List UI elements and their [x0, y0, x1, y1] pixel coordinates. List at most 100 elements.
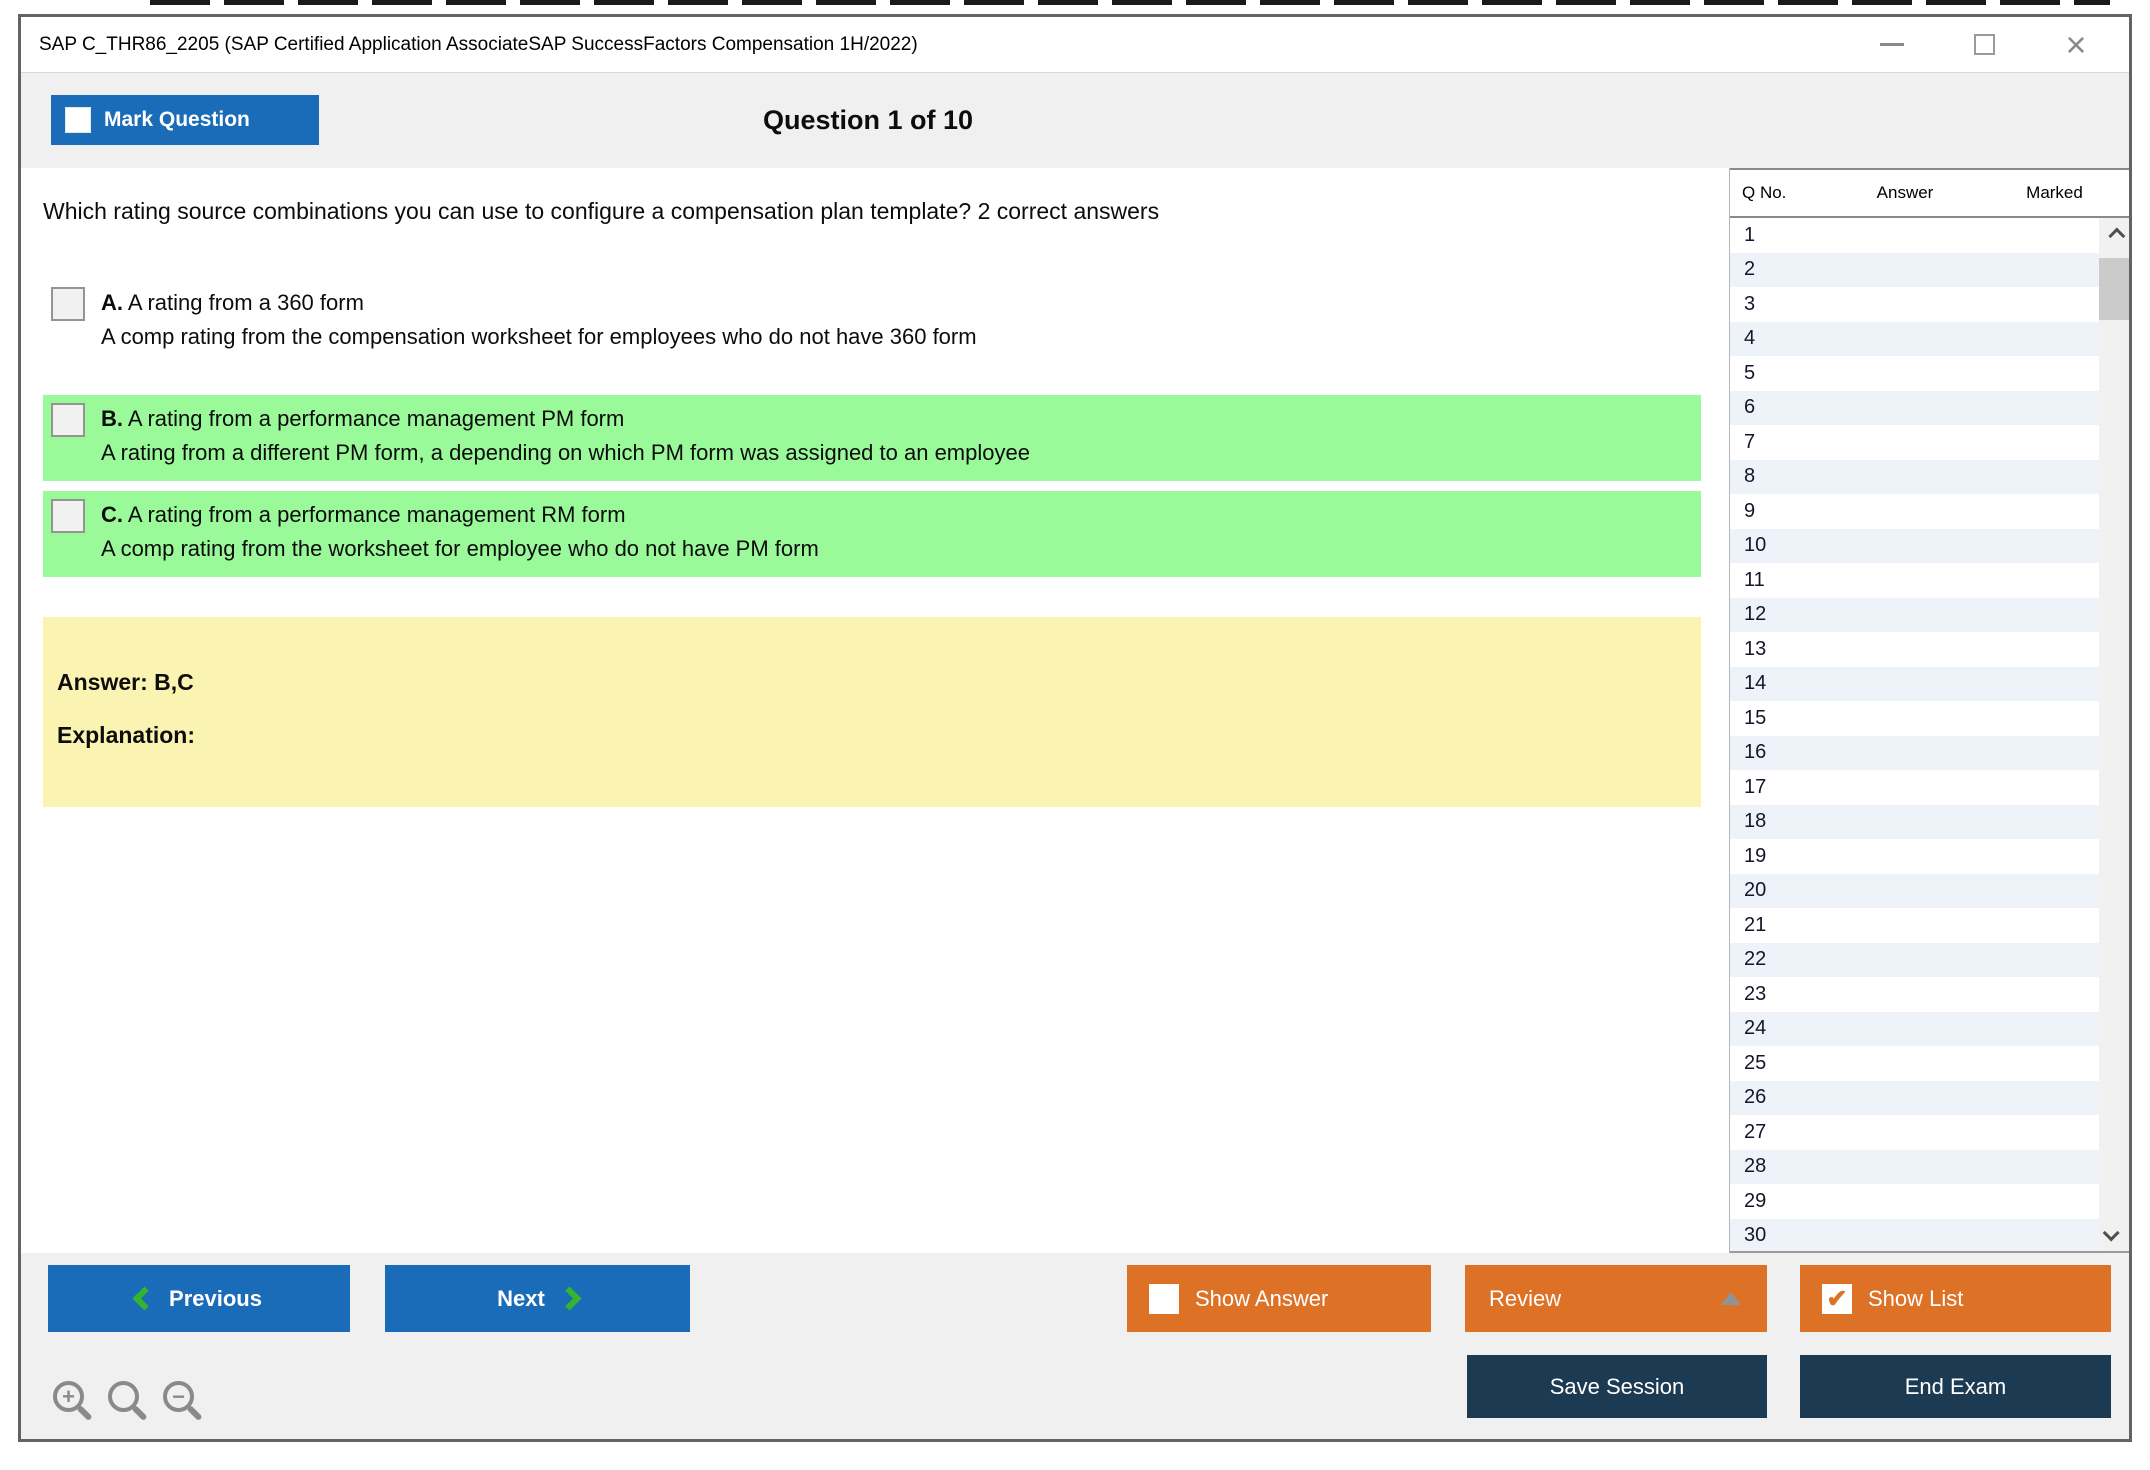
list-row[interactable]: 10: [1730, 529, 2099, 564]
list-row[interactable]: 7: [1730, 425, 2099, 460]
screen-edge-artifact: [150, 0, 2110, 5]
header-band: Mark Question Question 1 of 10: [21, 73, 2129, 168]
option-a-text: A. A rating from a 360 form A comp ratin…: [101, 286, 1691, 354]
list-row[interactable]: 3: [1730, 287, 2099, 322]
minimize-icon: [1880, 43, 1904, 46]
show-answer-label: Show Answer: [1195, 1286, 1328, 1312]
option-b-text: B. A rating from a performance managemen…: [101, 402, 1691, 470]
list-row[interactable]: 24: [1730, 1012, 2099, 1047]
row-qno: 16: [1730, 741, 1830, 764]
end-exam-label: End Exam: [1905, 1374, 2007, 1400]
list-row[interactable]: 16: [1730, 736, 2099, 771]
list-row[interactable]: 5: [1730, 356, 2099, 391]
list-row[interactable]: 18: [1730, 805, 2099, 840]
maximize-icon: [1974, 34, 1995, 55]
list-row[interactable]: 8: [1730, 460, 2099, 495]
list-row[interactable]: 13: [1730, 632, 2099, 667]
option-a[interactable]: A. A rating from a 360 form A comp ratin…: [43, 279, 1701, 365]
row-qno: 26: [1730, 1086, 1830, 1109]
row-qno: 22: [1730, 948, 1830, 971]
list-row[interactable]: 27: [1730, 1115, 2099, 1150]
maximize-button[interactable]: [1967, 28, 2001, 62]
list-row[interactable]: 23: [1730, 977, 2099, 1012]
list-row[interactable]: 28: [1730, 1150, 2099, 1185]
scroll-up-button[interactable]: [2099, 218, 2129, 254]
option-c-checkbox[interactable]: [51, 499, 85, 533]
row-qno: 18: [1730, 810, 1830, 833]
explanation-label: Explanation:: [57, 722, 1681, 749]
list-row[interactable]: 17: [1730, 770, 2099, 805]
triangle-up-icon: [1721, 1292, 1741, 1305]
list-row[interactable]: 6: [1730, 391, 2099, 426]
row-qno: 21: [1730, 914, 1830, 937]
list-row[interactable]: 25: [1730, 1046, 2099, 1081]
list-row[interactable]: 30: [1730, 1219, 2099, 1252]
option-b[interactable]: B. A rating from a performance managemen…: [43, 395, 1701, 481]
end-exam-button[interactable]: End Exam: [1800, 1355, 2111, 1418]
close-icon: ×: [2065, 28, 2086, 62]
list-row[interactable]: 14: [1730, 667, 2099, 702]
option-letter: C.: [101, 502, 123, 527]
column-header-answer: Answer: [1830, 183, 1980, 203]
list-row[interactable]: 26: [1730, 1081, 2099, 1116]
question-list-scrollbar[interactable]: [2099, 218, 2129, 1251]
question-panel: Which rating source combinations you can…: [21, 168, 1729, 1253]
window-title: SAP C_THR86_2205 (SAP Certified Applicat…: [39, 34, 1875, 56]
list-row[interactable]: 20: [1730, 874, 2099, 909]
list-row[interactable]: 21: [1730, 908, 2099, 943]
list-row[interactable]: 29: [1730, 1184, 2099, 1219]
row-qno: 9: [1730, 500, 1830, 523]
option-line1: A rating from a 360 form: [128, 290, 364, 315]
list-row[interactable]: 11: [1730, 563, 2099, 598]
row-qno: 10: [1730, 534, 1830, 557]
question-text: Which rating source combinations you can…: [43, 198, 1729, 225]
row-qno: 25: [1730, 1052, 1830, 1075]
show-answer-checkbox[interactable]: ✔: [1149, 1284, 1179, 1314]
app-window: SAP C_THR86_2205 (SAP Certified Applicat…: [18, 14, 2132, 1442]
close-button[interactable]: ×: [2059, 28, 2093, 62]
save-session-button[interactable]: Save Session: [1467, 1355, 1767, 1418]
zoom-out-icon[interactable]: −: [163, 1381, 194, 1412]
row-qno: 4: [1730, 327, 1830, 350]
row-qno: 24: [1730, 1017, 1830, 1040]
list-row[interactable]: 1: [1730, 218, 2099, 253]
minimize-button[interactable]: [1875, 28, 1909, 62]
content-area: Which rating source combinations you can…: [21, 168, 2129, 1253]
list-row[interactable]: 12: [1730, 598, 2099, 633]
row-qno: 19: [1730, 845, 1830, 868]
answer-label: Answer: B,C: [57, 669, 1681, 696]
option-line2: A rating from a different PM form, a dep…: [101, 436, 1691, 470]
option-a-checkbox[interactable]: [51, 287, 85, 321]
scrollbar-thumb[interactable]: [2099, 258, 2129, 320]
previous-label: Previous: [169, 1286, 262, 1312]
list-row[interactable]: 9: [1730, 494, 2099, 529]
previous-button[interactable]: Previous: [48, 1265, 350, 1332]
row-qno: 3: [1730, 293, 1830, 316]
list-row[interactable]: 19: [1730, 839, 2099, 874]
list-row[interactable]: 2: [1730, 253, 2099, 288]
option-c[interactable]: C. A rating from a performance managemen…: [43, 491, 1701, 577]
checkmark-icon: ✔: [1827, 1284, 1848, 1314]
show-answer-button[interactable]: ✔ Show Answer: [1127, 1265, 1431, 1332]
zoom-controls: + −: [53, 1381, 194, 1412]
next-button[interactable]: Next: [385, 1265, 690, 1332]
option-b-checkbox[interactable]: [51, 403, 85, 437]
show-list-button[interactable]: ✔ Show List: [1800, 1265, 2111, 1332]
scroll-down-button[interactable]: [2099, 1215, 2129, 1251]
list-row[interactable]: 22: [1730, 943, 2099, 978]
row-qno: 28: [1730, 1155, 1830, 1178]
show-list-checkbox[interactable]: ✔: [1822, 1284, 1852, 1314]
list-row[interactable]: 15: [1730, 701, 2099, 736]
row-qno: 30: [1730, 1224, 1830, 1247]
row-qno: 29: [1730, 1190, 1830, 1213]
review-button[interactable]: Review: [1465, 1265, 1767, 1332]
row-qno: 12: [1730, 603, 1830, 626]
zoom-in-icon[interactable]: +: [53, 1381, 84, 1412]
magnifier-icon[interactable]: [108, 1381, 139, 1412]
bottom-toolbar: Previous Next ✔ Show Answer Review ✔ Sho…: [21, 1253, 2129, 1439]
save-session-label: Save Session: [1550, 1374, 1685, 1400]
row-qno: 2: [1730, 258, 1830, 281]
list-row[interactable]: 4: [1730, 322, 2099, 357]
review-label: Review: [1489, 1286, 1561, 1312]
question-counter: Question 1 of 10: [21, 73, 1715, 168]
